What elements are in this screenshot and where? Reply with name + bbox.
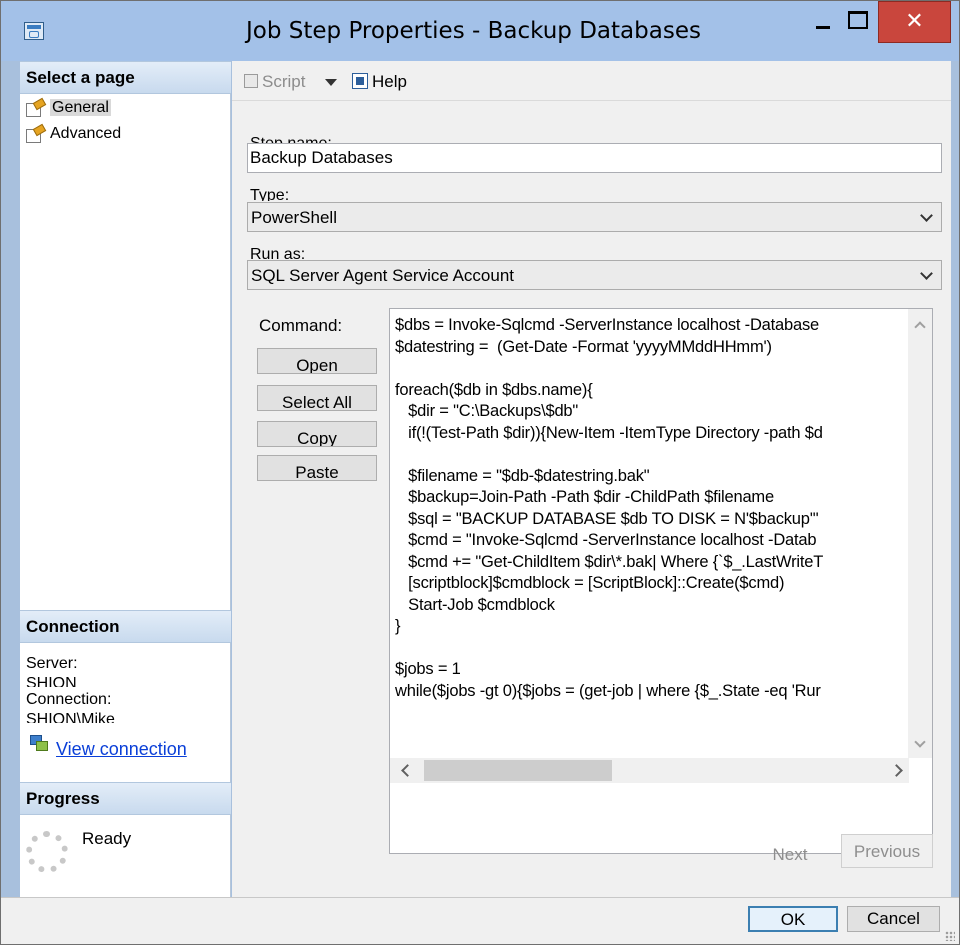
type-label: Type: [250, 187, 290, 201]
dialog-button-bar: OK Cancel [1, 897, 959, 944]
progress-header: Progress [20, 782, 231, 815]
cancel-button[interactable]: Cancel [847, 906, 940, 932]
server-label: Server: [26, 655, 78, 672]
run-as-select[interactable]: SQL Server Agent Service Account [247, 260, 942, 290]
type-select-value: PowerShell [251, 208, 337, 227]
vertical-scrollbar[interactable] [908, 309, 932, 758]
script-button[interactable]: Script [244, 72, 305, 92]
window-title: Job Step Properties - Backup Databases [246, 18, 701, 44]
close-button[interactable]: ✕ [878, 1, 951, 43]
title-bar[interactable]: Job Step Properties - Backup Databases ✕ [1, 1, 959, 61]
properties-icon [26, 126, 44, 143]
step-name-input[interactable] [247, 143, 942, 173]
close-icon: ✕ [905, 8, 924, 33]
command-text[interactable]: $dbs = Invoke-Sqlcmd -ServerInstance loc… [395, 315, 904, 747]
previous-label: Previous [853, 842, 921, 861]
properties-icon [26, 100, 44, 117]
script-label: Script [262, 72, 306, 91]
app-icon [24, 22, 44, 40]
help-button[interactable]: Help [352, 72, 407, 92]
maximize-button[interactable] [837, 1, 877, 41]
connection-label: Connection: [26, 691, 112, 708]
chevron-down-icon [920, 267, 933, 280]
help-label: Help [372, 72, 407, 91]
run-as-select-value: SQL Server Agent Service Account [251, 266, 515, 285]
scroll-right-icon[interactable] [890, 764, 903, 777]
scroll-left-icon[interactable] [401, 764, 414, 777]
connection-header: Connection [20, 610, 231, 643]
command-label: Command: [259, 316, 343, 335]
minimize-button[interactable] [807, 1, 837, 41]
horizontal-scrollbar[interactable] [390, 758, 909, 783]
previous-button[interactable]: Previous [841, 834, 933, 868]
resize-grip-icon[interactable] [945, 931, 955, 941]
type-select[interactable]: PowerShell [247, 202, 942, 232]
copy-button[interactable]: Copy [257, 421, 377, 447]
toolbar: Script Help [232, 61, 951, 101]
script-dropdown-arrow-icon[interactable] [325, 79, 337, 86]
view-connection-link[interactable]: View connection [56, 739, 187, 760]
progress-status: Ready [82, 829, 132, 848]
page-item-general[interactable]: General [24, 97, 111, 119]
next-button[interactable]: Next [744, 837, 836, 871]
progress-spinner-icon [26, 831, 68, 873]
ok-button[interactable]: OK [748, 906, 838, 932]
connection-value: SHION\Mike [26, 711, 115, 723]
job-step-properties-window: Job Step Properties - Backup Databases ✕… [0, 0, 960, 945]
view-connection-icon [30, 735, 48, 751]
chevron-down-icon [920, 209, 933, 222]
next-label: Next [772, 845, 808, 864]
scrollbar-thumb[interactable] [424, 760, 612, 781]
help-icon [352, 73, 368, 89]
command-textarea[interactable]: $dbs = Invoke-Sqlcmd -ServerInstance loc… [389, 308, 933, 854]
open-button[interactable]: Open [257, 348, 377, 374]
page-item-label: General [50, 99, 111, 116]
page-item-advanced[interactable]: Advanced [24, 123, 121, 145]
select-all-button[interactable]: Select All [257, 385, 377, 411]
paste-button[interactable]: Paste [257, 455, 377, 481]
select-page-header: Select a page [20, 61, 231, 94]
left-pane: Select a page General Advanced Connectio… [20, 61, 231, 897]
script-icon [244, 74, 258, 88]
run-as-label: Run as: [250, 246, 306, 260]
scroll-up-icon[interactable] [914, 321, 926, 333]
scroll-down-icon[interactable] [914, 736, 926, 748]
right-pane: Script Help Step name: Type: PowerShell … [232, 61, 951, 897]
server-value: SHION [26, 675, 77, 687]
page-item-label: Advanced [50, 125, 122, 142]
